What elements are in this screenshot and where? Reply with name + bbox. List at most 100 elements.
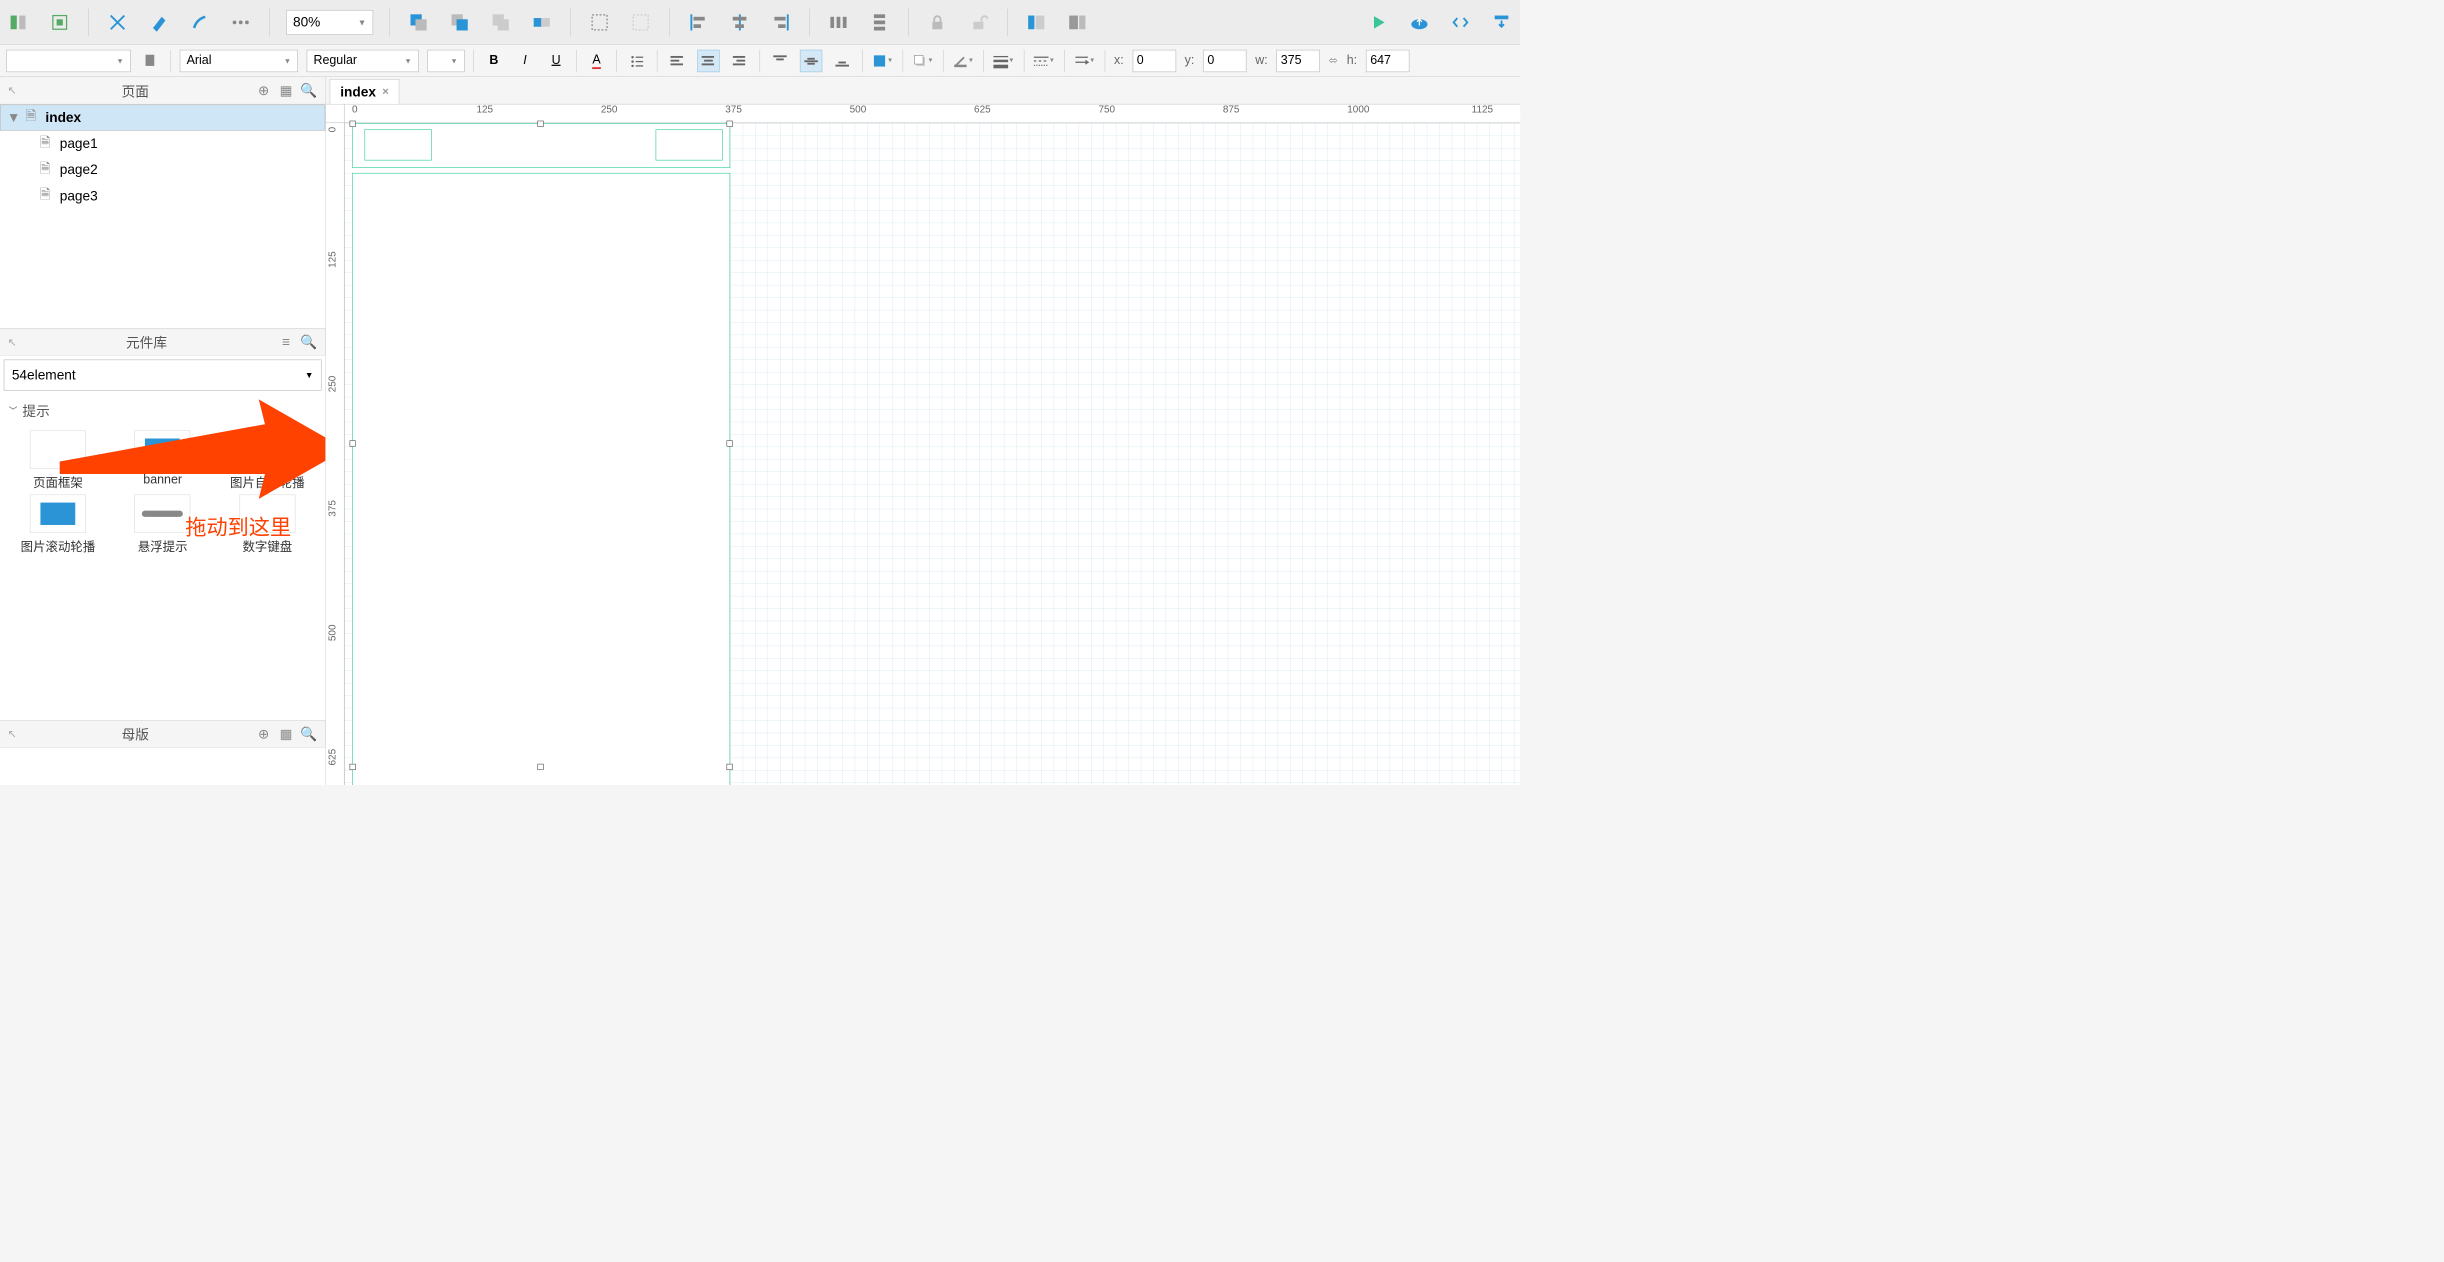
align-right-icon[interactable] xyxy=(768,10,793,35)
paste-style-icon[interactable] xyxy=(139,49,161,71)
ruler-vertical[interactable]: 0125250375500625 xyxy=(326,123,345,785)
widget-item[interactable]: banner xyxy=(112,430,213,490)
fill-color-button[interactable]: ▼ xyxy=(871,49,893,71)
chevron-down-icon: ▼ xyxy=(450,56,457,65)
send-backward-icon[interactable] xyxy=(488,10,513,35)
selection-handle[interactable] xyxy=(350,121,356,127)
preview-icon[interactable] xyxy=(1366,10,1391,35)
y-input[interactable] xyxy=(1203,49,1247,71)
align-center-text-button[interactable] xyxy=(697,49,719,71)
align-right-text-button[interactable] xyxy=(728,49,750,71)
border-color-button[interactable]: ▼ xyxy=(952,49,974,71)
fontsize-select[interactable]: ▼ xyxy=(427,49,464,71)
ruler-horizontal[interactable]: 012525037550062575087510001125 xyxy=(345,104,1521,123)
code-icon[interactable] xyxy=(1448,10,1473,35)
panel-right-icon[interactable] xyxy=(1065,10,1090,35)
underline-button[interactable]: U xyxy=(545,49,567,71)
search-icon[interactable]: 🔍 xyxy=(299,333,318,352)
selection-handle[interactable] xyxy=(726,764,732,770)
brush-icon[interactable] xyxy=(187,10,212,35)
separator xyxy=(269,8,270,35)
selection-handle[interactable] xyxy=(537,121,543,127)
selection-handle[interactable] xyxy=(350,764,356,770)
selection-handle[interactable] xyxy=(726,440,732,446)
ungroup-icon[interactable] xyxy=(628,10,653,35)
tree-toggle-icon[interactable]: ▼ xyxy=(7,109,19,125)
search-icon[interactable]: 🔍 xyxy=(299,725,318,744)
widget-grid: 页面框架 banner 图片自动轮播 图片滚动轮播 悬浮提示 数字键盘 xyxy=(0,427,325,559)
text-color-button[interactable]: A xyxy=(585,49,607,71)
group-icon[interactable] xyxy=(587,10,612,35)
chevron-down-icon: ▼ xyxy=(404,56,411,65)
add-folder-icon[interactable]: ▦ xyxy=(277,81,296,100)
collapse-icon[interactable]: ↖ xyxy=(7,84,19,97)
bring-forward-icon[interactable] xyxy=(447,10,472,35)
border-width-button[interactable]: ▼ xyxy=(993,49,1015,71)
bullets-button[interactable] xyxy=(626,49,648,71)
page-item-index[interactable]: ▼ 🗎 index xyxy=(0,104,325,130)
link-wh-icon[interactable]: ⬄ xyxy=(1329,54,1338,67)
canvas-viewport[interactable]: 012525037550062575087510001125 012525037… xyxy=(326,104,1520,784)
library-category[interactable]: ﹀ 提示 xyxy=(0,394,325,426)
add-folder-icon[interactable]: ▦ xyxy=(277,725,296,744)
add-master-icon[interactable]: ⊕ xyxy=(254,725,273,744)
search-icon[interactable]: 🔍 xyxy=(299,81,318,100)
align-center-h-icon[interactable] xyxy=(727,10,752,35)
select-left-icon[interactable] xyxy=(6,10,31,35)
select-right-icon[interactable] xyxy=(47,10,72,35)
download-icon[interactable] xyxy=(1489,10,1514,35)
widget-item[interactable]: 页面框架 xyxy=(7,430,108,490)
collapse-icon[interactable]: ↖ xyxy=(7,336,19,349)
valign-bottom-button[interactable] xyxy=(831,49,853,71)
shape-rect[interactable] xyxy=(656,129,723,160)
distribute-v-icon[interactable] xyxy=(867,10,892,35)
widget-item[interactable]: 悬浮提示 xyxy=(112,494,213,554)
pen-icon[interactable] xyxy=(146,10,171,35)
arrow-style-button[interactable]: ▼ xyxy=(1074,49,1096,71)
w-input[interactable] xyxy=(1276,49,1320,71)
widget-thumb xyxy=(239,430,295,469)
zoom-select[interactable]: 80%▼ xyxy=(286,10,373,35)
panel-left-icon[interactable] xyxy=(1024,10,1049,35)
send-back-icon[interactable] xyxy=(529,10,554,35)
font-select[interactable]: Arial▼ xyxy=(180,49,298,71)
page-item[interactable]: 🗎page1 xyxy=(0,131,325,157)
valign-middle-button[interactable] xyxy=(800,49,822,71)
cloud-icon[interactable] xyxy=(1407,10,1432,35)
unlock-icon[interactable] xyxy=(966,10,991,35)
x-input[interactable] xyxy=(1132,49,1176,71)
library-select[interactable]: 54element ▼ xyxy=(4,360,322,391)
close-icon[interactable]: × xyxy=(382,85,389,98)
style-select[interactable]: ▼ xyxy=(6,49,130,71)
add-page-icon[interactable]: ⊕ xyxy=(254,81,273,100)
italic-button[interactable]: I xyxy=(514,49,536,71)
widget-item[interactable]: 图片滚动轮播 xyxy=(7,494,108,554)
bring-front-icon[interactable] xyxy=(406,10,431,35)
widget-label: banner xyxy=(143,473,182,487)
bold-button[interactable]: B xyxy=(483,49,505,71)
y-label: y: xyxy=(1185,53,1195,67)
h-input[interactable] xyxy=(1366,49,1410,71)
tab-index[interactable]: index × xyxy=(330,79,400,104)
shape-rect[interactable] xyxy=(364,129,431,160)
selection-handle[interactable] xyxy=(350,440,356,446)
valign-top-button[interactable] xyxy=(769,49,791,71)
align-left-icon[interactable] xyxy=(686,10,711,35)
selection-handle[interactable] xyxy=(726,121,732,127)
shadow-button[interactable]: ▼ xyxy=(912,49,934,71)
cut-icon[interactable] xyxy=(105,10,130,35)
menu-icon[interactable]: ≡ xyxy=(277,333,296,352)
more-icon[interactable] xyxy=(228,10,253,35)
widget-item[interactable]: 图片自动轮播 xyxy=(217,430,318,490)
border-style-button[interactable]: ▼ xyxy=(1033,49,1055,71)
widget-thumb xyxy=(30,430,86,469)
weight-select[interactable]: Regular▼ xyxy=(307,49,419,71)
align-left-text-button[interactable] xyxy=(666,49,688,71)
lock-icon[interactable] xyxy=(925,10,950,35)
selection-handle[interactable] xyxy=(537,764,543,770)
page-item[interactable]: 🗎page3 xyxy=(0,183,325,209)
distribute-h-icon[interactable] xyxy=(826,10,851,35)
page-item[interactable]: 🗎page2 xyxy=(0,157,325,183)
collapse-icon[interactable]: ↖ xyxy=(7,727,19,740)
widget-item[interactable]: 数字键盘 xyxy=(217,494,318,554)
